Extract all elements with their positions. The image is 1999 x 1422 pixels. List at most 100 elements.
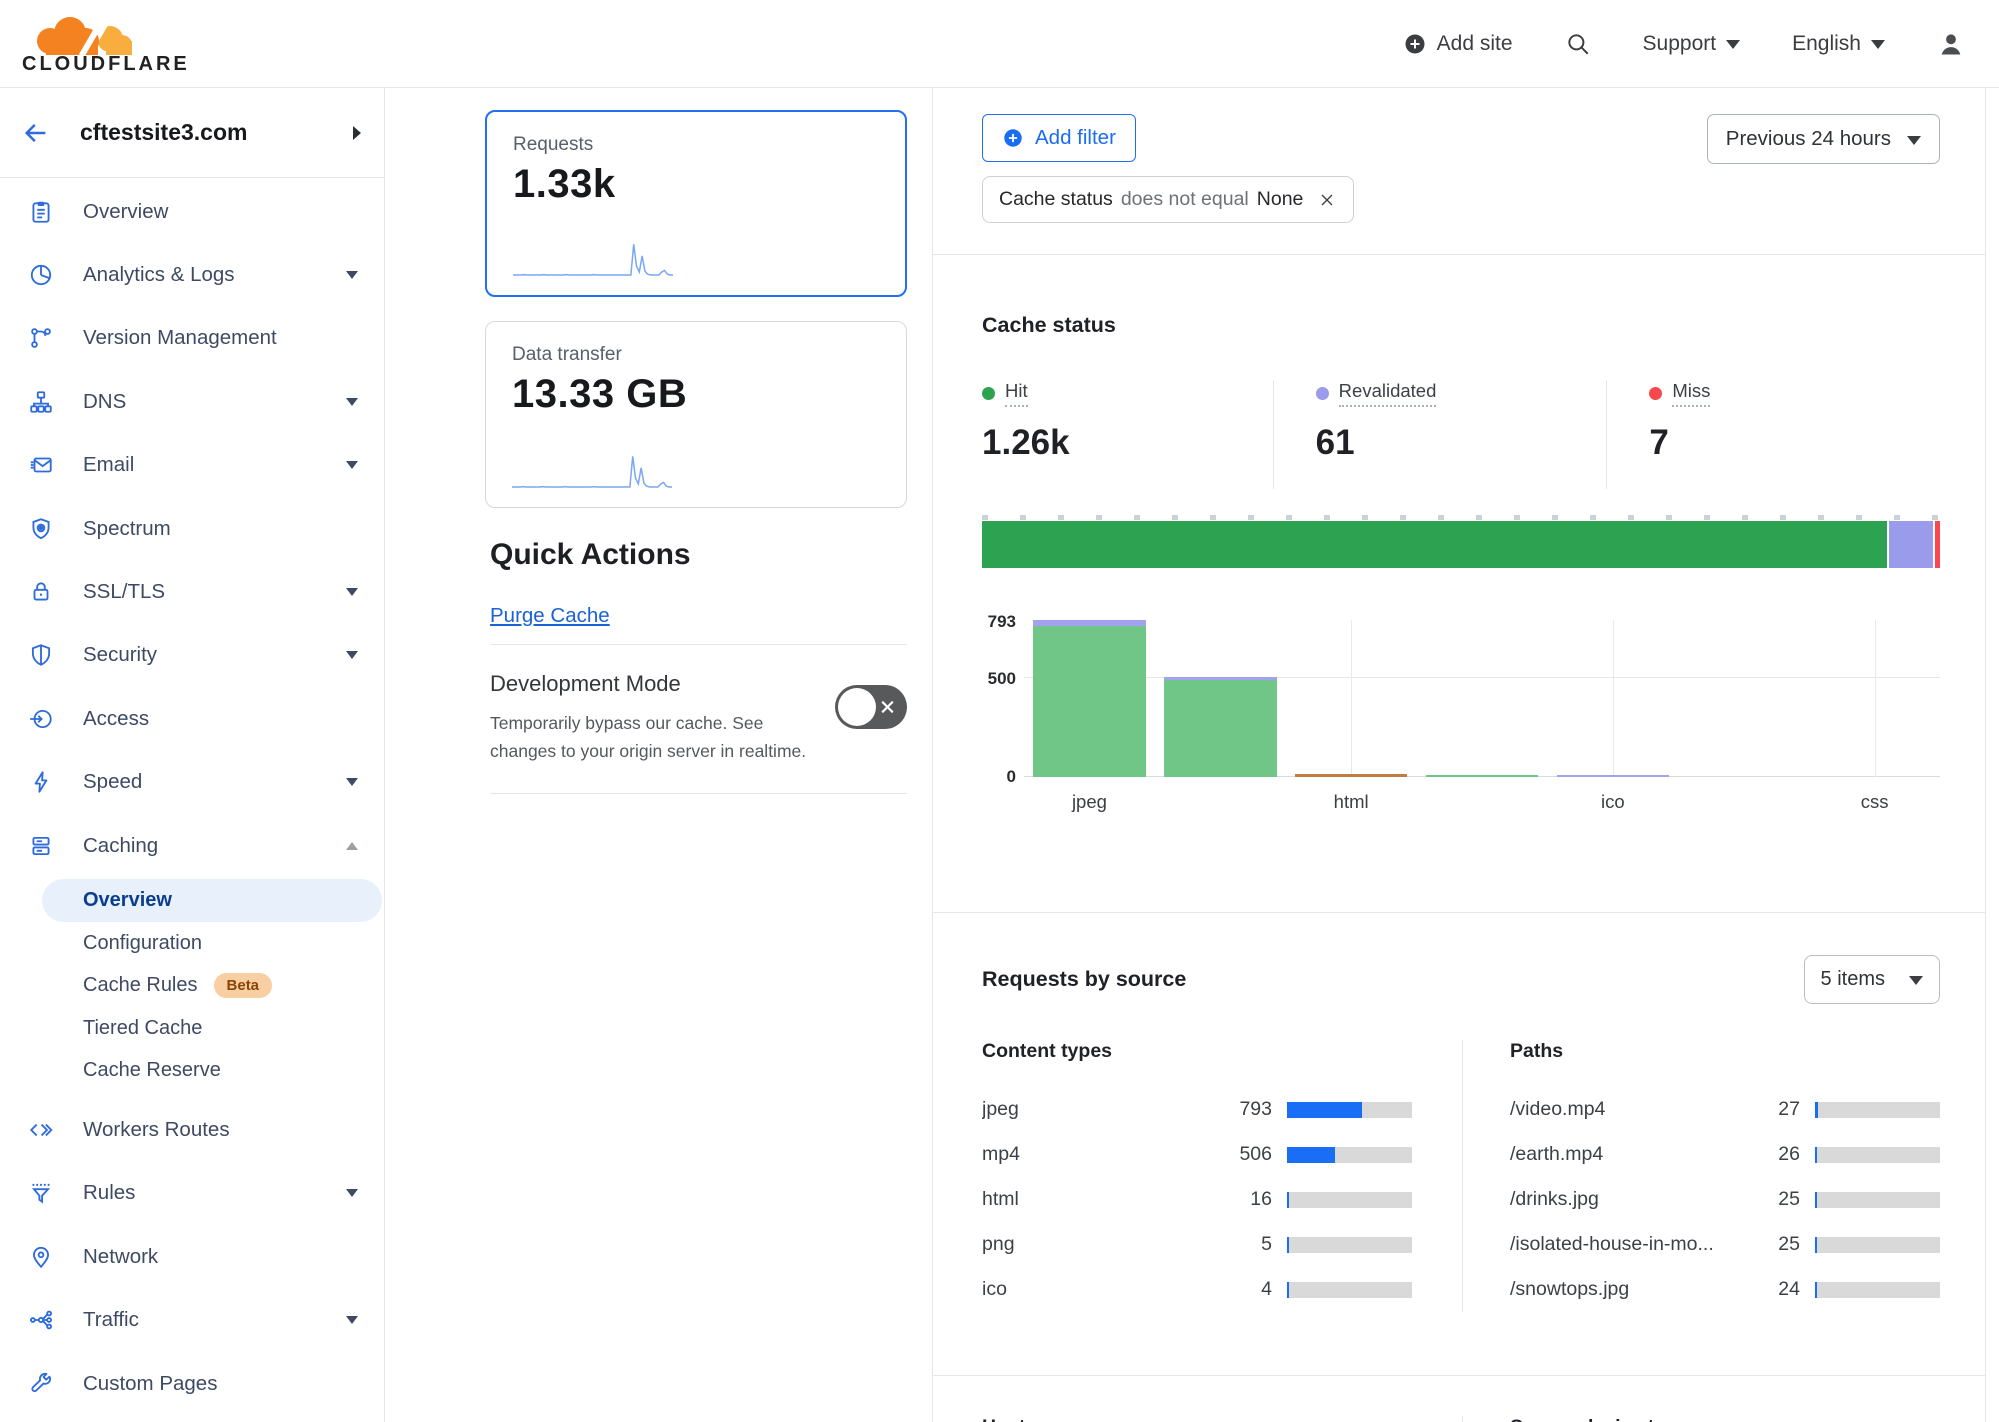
y-tick-label: 793 [988,612,1016,632]
user-account-icon[interactable] [1937,30,1965,58]
list-item[interactable]: /snowtops.jpg 24 [1510,1267,1940,1312]
sidebar-item-security[interactable]: Security [0,624,384,687]
caching-submenu: Overview Configuration Cache Rules Beta … [0,877,384,1098]
data-transfer-card[interactable]: Data transfer 13.33 GB [485,321,907,508]
hosts-column: Hosts cftestsite3.com 1.33k [982,1416,1462,1422]
sidebar-nav: Overview Analytics & Logs Version Manage… [0,178,384,1415]
sidebar-item-caching[interactable]: Caching [0,814,384,877]
email-icon [28,452,54,478]
toggle-off-x-icon [879,699,896,716]
wrench-icon [28,1371,54,1397]
subitem-cache-reserve[interactable]: Cache Reserve [0,1050,384,1093]
hosts-heading: Hosts [982,1416,1412,1422]
filter-chip-cache-status[interactable]: Cache status does not equal None [982,176,1354,223]
summary-column: Requests 1.33k Data transfer 13.33 GB Qu… [385,88,933,1422]
chip-value: None [1257,188,1304,211]
sidebar-item-overview[interactable]: Overview [0,180,384,243]
bar-track [1287,1102,1412,1118]
list-item[interactable]: png 5 [982,1222,1412,1267]
time-range-label: Previous 24 hours [1726,127,1891,151]
remove-filter-icon[interactable] [1317,190,1337,210]
sidebar-item-label: Spectrum [83,517,358,541]
items-count-label: 5 items [1821,968,1885,991]
login-arrow-icon [28,706,54,732]
list-item[interactable]: /video.mp4 27 [1510,1087,1940,1132]
hit-dot-icon [982,387,995,400]
list-item[interactable]: /isolated-house-in-mo... 25 [1510,1222,1940,1267]
x-tick-label: css [1809,791,1940,813]
row-label: /earth.mp4 [1510,1143,1738,1166]
row-label: /snowtops.jpg [1510,1278,1738,1301]
miss-label[interactable]: Miss [1672,380,1710,407]
tick-ruler [982,515,1940,520]
hosts-devices-section: Hosts cftestsite3.com 1.33k Source devic… [933,1376,1985,1422]
development-mode-description: Temporarily bypass our cache. See change… [490,709,825,765]
subitem-caching-configuration[interactable]: Configuration [0,922,384,965]
y-tick-label: 500 [988,669,1016,689]
divider [490,644,907,645]
row-value: 26 [1738,1143,1800,1166]
cache-status-title: Cache status [982,313,1940,338]
add-filter-button[interactable]: Add filter [982,114,1136,162]
sidebar-item-speed[interactable]: Speed [0,751,384,814]
back-arrow-icon[interactable] [22,119,50,147]
data-transfer-sparkline [512,443,672,491]
plus-circle-icon [1403,32,1427,56]
sidebar-item-workers-routes[interactable]: Workers Routes [0,1098,384,1161]
sidebar-item-version-management[interactable]: Version Management [0,307,384,370]
add-site-button[interactable]: Add site [1403,32,1513,56]
chevron-down-icon [346,271,358,279]
bar-track [1815,1192,1940,1208]
list-item[interactable]: /earth.mp4 26 [1510,1132,1940,1177]
sidebar-item-email[interactable]: Email [0,434,384,497]
server-stack-icon [28,833,54,859]
chevron-down-icon [346,651,358,659]
row-label: png [982,1233,1210,1256]
requests-card[interactable]: Requests 1.33k [485,110,907,297]
list-item[interactable]: jpeg 793 [982,1087,1412,1132]
subitem-cache-rules[interactable]: Cache Rules Beta [0,964,384,1007]
development-mode-toggle[interactable] [835,685,907,729]
language-menu[interactable]: English [1792,32,1885,56]
list-item[interactable]: ico 4 [982,1267,1412,1312]
sidebar-item-label: Version Management [83,326,358,350]
lock-icon [28,579,54,605]
sidebar-item-traffic[interactable]: Traffic [0,1288,384,1351]
list-item[interactable]: /drinks.jpg 25 [1510,1177,1940,1222]
cache-status-section: Cache status Hit 1.26k Revalidated [933,313,1985,913]
cloudflare-logo[interactable]: CLOUDFLARE [22,11,190,76]
support-label: Support [1643,32,1717,56]
sidebar-item-spectrum[interactable]: Spectrum [0,497,384,560]
location-pin-icon [28,1244,54,1270]
subitem-tiered-cache[interactable]: Tiered Cache [0,1007,384,1050]
development-mode-row: Development Mode Temporarily bypass our … [485,671,907,765]
sidebar-item-dns[interactable]: DNS [0,370,384,433]
sidebar-item-network[interactable]: Network [0,1225,384,1288]
sidebar-item-ssl-tls[interactable]: SSL/TLS [0,560,384,623]
requests-sparkline [513,231,673,279]
list-item[interactable]: mp4 506 [982,1132,1412,1177]
site-switcher[interactable]: cftestsite3.com [0,88,384,178]
revalidated-label[interactable]: Revalidated [1339,380,1437,407]
search-icon[interactable] [1565,31,1591,57]
subitem-caching-overview[interactable]: Overview [42,879,382,922]
sidebar-item-rules[interactable]: Rules [0,1162,384,1225]
x-tick-label: ico [1547,791,1678,813]
hit-label[interactable]: Hit [1005,380,1028,407]
time-range-dropdown[interactable]: Previous 24 hours [1707,114,1940,164]
share-network-icon [28,1307,54,1333]
cache-status-stats: Hit 1.26k Revalidated 61 [982,380,1940,489]
stat-miss: Miss 7 [1606,380,1940,489]
chevron-down-icon [1726,40,1740,49]
purge-cache-link[interactable]: Purge Cache [490,604,610,628]
sidebar-item-analytics-logs[interactable]: Analytics & Logs [0,243,384,306]
sidebar-item-custom-pages[interactable]: Custom Pages [0,1352,384,1415]
items-count-dropdown[interactable]: 5 items [1804,955,1940,1004]
requests-card-label: Requests [513,134,879,156]
sidebar-item-access[interactable]: Access [0,687,384,750]
x-tick-label: jpeg [1024,791,1155,813]
row-label: ico [982,1278,1210,1301]
support-menu[interactable]: Support [1643,32,1741,56]
subitem-label: Cache Reserve [83,1059,221,1082]
list-item[interactable]: html 16 [982,1177,1412,1222]
